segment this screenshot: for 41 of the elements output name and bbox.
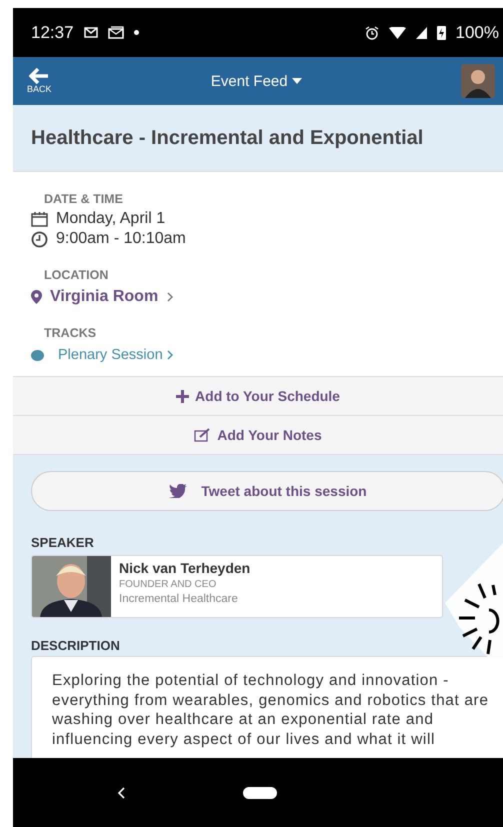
section-label: LOCATION — [44, 268, 108, 282]
section-heading: DESCRIPTION — [31, 638, 121, 653]
back-button[interactable]: BACK — [27, 68, 52, 94]
back-nav-button[interactable] — [117, 786, 125, 798]
profile-avatar[interactable] — [461, 64, 495, 98]
edit-icon — [194, 428, 212, 442]
status-time: 12:37 — [31, 22, 74, 42]
speaker-name: Nick van Terheyden — [119, 560, 250, 576]
home-nav-button[interactable] — [243, 786, 277, 798]
location-link[interactable]: Virginia Room — [31, 288, 174, 306]
mail-icon — [108, 26, 124, 39]
add-schedule-button[interactable]: Add to Your Schedule — [13, 376, 503, 416]
caret-icon — [292, 78, 302, 84]
mail-icon — [84, 27, 98, 38]
chevron-right-icon — [166, 350, 174, 360]
calendar-icon — [31, 211, 48, 227]
section-heading: SPEAKER — [31, 535, 95, 550]
feed-dropdown[interactable]: Event Feed — [52, 72, 461, 90]
speaker-card[interactable]: Nick van Terheyden FOUNDER AND CEO Incremental Healthcare — [31, 555, 443, 618]
battery-icon — [436, 25, 446, 40]
chevron-right-icon — [166, 292, 174, 302]
notification-dot-icon — [134, 30, 139, 35]
battery-percent: 100% — [456, 22, 499, 42]
description-text: Exploring the potential of technology and innovation - everything from wearables, genomics and robotics that are washing over healthcare at an exponential rate and influencing every aspect of our lives and what it will — [52, 671, 490, 749]
session-time: 9:00am - 10:10am — [56, 230, 186, 248]
tweet-button[interactable]: Tweet about this session — [31, 471, 503, 511]
bird-icon — [169, 484, 188, 498]
speaker-company: Incremental Healthcare — [119, 593, 239, 605]
section-label: TRACKS — [44, 326, 96, 340]
signal-icon — [416, 26, 427, 38]
speaker-role: FOUNDER AND CEO — [119, 579, 218, 590]
clock-icon — [31, 230, 48, 248]
plus-icon — [176, 390, 190, 402]
section-label: DATE & TIME — [44, 192, 124, 206]
track-link[interactable]: Plenary Session — [58, 347, 174, 363]
map-pin-icon — [31, 290, 42, 304]
session-title: Healthcare - Incremental and Exponential — [31, 126, 424, 150]
session-date: Monday, April 1 — [56, 210, 166, 228]
add-notes-button[interactable]: Add Your Notes — [13, 415, 503, 455]
wifi-icon — [388, 26, 406, 38]
alarm-icon — [364, 26, 379, 40]
